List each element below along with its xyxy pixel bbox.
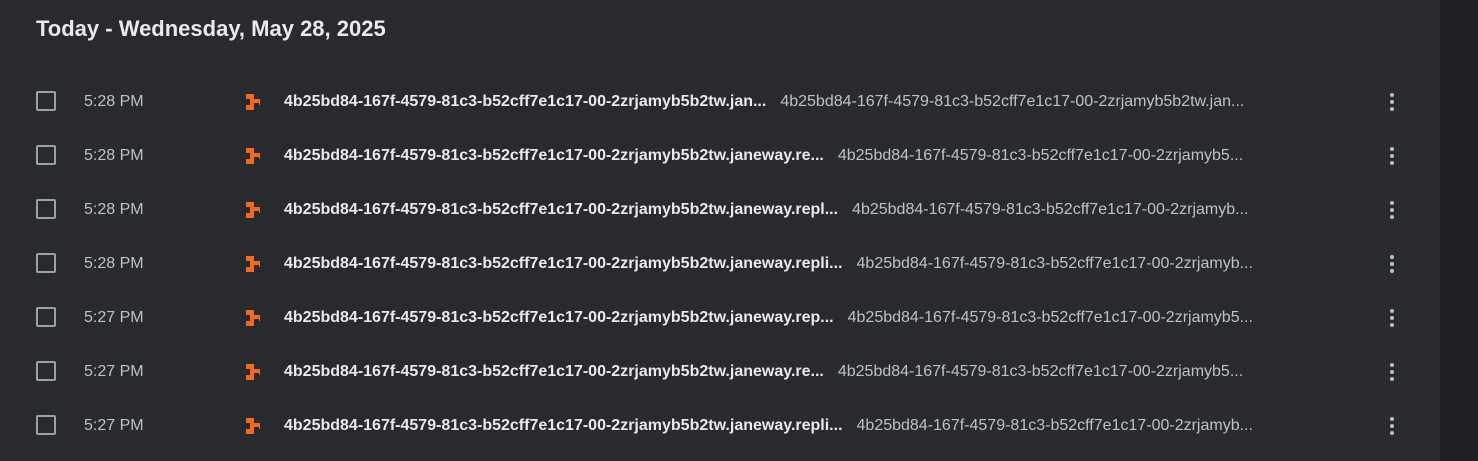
download-time: 5:28 PM	[84, 93, 144, 110]
download-file-name[interactable]: 4b25bd84-167f-4579-81c3-b52cff7e1c17-00-…	[284, 200, 838, 220]
download-source: 4b25bd84-167f-4579-81c3-b52cff7e1c17-00-…	[856, 255, 1253, 272]
row-select-checkbox[interactable]	[36, 199, 56, 219]
more-options-button[interactable]	[1380, 251, 1404, 277]
more-dot-icon	[1390, 154, 1394, 158]
download-source: 4b25bd84-167f-4579-81c3-b52cff7e1c17-00-…	[780, 93, 1245, 110]
file-download-icon	[246, 148, 260, 164]
row-select-checkbox[interactable]	[36, 253, 56, 273]
more-dot-icon	[1390, 161, 1394, 165]
downloads-page: Today - Wednesday, May 28, 2025 5:28 PM …	[0, 0, 1478, 461]
download-source: 4b25bd84-167f-4579-81c3-b52cff7e1c17-00-…	[847, 309, 1253, 326]
row-select-checkbox[interactable]	[36, 415, 56, 435]
more-options-button[interactable]	[1380, 89, 1404, 115]
download-source: 4b25bd84-167f-4579-81c3-b52cff7e1c17-00-…	[837, 147, 1244, 164]
more-dot-icon	[1390, 262, 1394, 266]
download-file-name[interactable]: 4b25bd84-167f-4579-81c3-b52cff7e1c17-00-…	[284, 416, 843, 436]
more-dot-icon	[1390, 255, 1394, 259]
download-source: 4b25bd84-167f-4579-81c3-b52cff7e1c17-00-…	[837, 363, 1244, 380]
more-dot-icon	[1390, 377, 1394, 381]
more-options-button[interactable]	[1380, 143, 1404, 169]
download-source: 4b25bd84-167f-4579-81c3-b52cff7e1c17-00-…	[856, 417, 1253, 434]
download-file-name[interactable]: 4b25bd84-167f-4579-81c3-b52cff7e1c17-00-…	[284, 92, 766, 112]
more-dot-icon	[1390, 201, 1394, 205]
download-row[interactable]: 5:27 PM 4b25bd84-167f-4579-81c3-b52cff7e…	[0, 292, 1440, 346]
download-row[interactable]: 5:28 PM 4b25bd84-167f-4579-81c3-b52cff7e…	[0, 76, 1440, 130]
more-dot-icon	[1390, 215, 1394, 219]
download-names: 4b25bd84-167f-4579-81c3-b52cff7e1c17-00-…	[284, 254, 1356, 274]
download-row[interactable]: 5:28 PM 4b25bd84-167f-4579-81c3-b52cff7e…	[0, 238, 1440, 292]
download-time: 5:27 PM	[84, 417, 144, 434]
download-time: 5:27 PM	[84, 363, 144, 380]
more-options-button[interactable]	[1380, 413, 1404, 439]
more-dot-icon	[1390, 147, 1394, 151]
download-row[interactable]: 5:28 PM 4b25bd84-167f-4579-81c3-b52cff7e…	[0, 184, 1440, 238]
download-file-name[interactable]: 4b25bd84-167f-4579-81c3-b52cff7e1c17-00-…	[284, 146, 824, 166]
date-section-header: Today - Wednesday, May 28, 2025	[36, 16, 386, 41]
more-options-button[interactable]	[1380, 359, 1404, 385]
download-time: 5:28 PM	[84, 201, 144, 218]
more-dot-icon	[1390, 269, 1394, 273]
download-rows: 5:28 PM 4b25bd84-167f-4579-81c3-b52cff7e…	[0, 76, 1440, 454]
file-download-icon	[246, 256, 260, 272]
more-dot-icon	[1390, 100, 1394, 104]
more-dot-icon	[1390, 107, 1394, 111]
download-file-name[interactable]: 4b25bd84-167f-4579-81c3-b52cff7e1c17-00-…	[284, 308, 834, 328]
row-select-checkbox[interactable]	[36, 307, 56, 327]
more-dot-icon	[1390, 424, 1394, 428]
more-dot-icon	[1390, 417, 1394, 421]
more-dot-icon	[1390, 316, 1394, 320]
download-names: 4b25bd84-167f-4579-81c3-b52cff7e1c17-00-…	[284, 416, 1356, 436]
download-file-name[interactable]: 4b25bd84-167f-4579-81c3-b52cff7e1c17-00-…	[284, 254, 843, 274]
row-select-checkbox[interactable]	[36, 361, 56, 381]
more-dot-icon	[1390, 370, 1394, 374]
download-names: 4b25bd84-167f-4579-81c3-b52cff7e1c17-00-…	[284, 92, 1356, 112]
download-names: 4b25bd84-167f-4579-81c3-b52cff7e1c17-00-…	[284, 200, 1356, 220]
download-row[interactable]: 5:28 PM 4b25bd84-167f-4579-81c3-b52cff7e…	[0, 130, 1440, 184]
download-source: 4b25bd84-167f-4579-81c3-b52cff7e1c17-00-…	[852, 201, 1249, 218]
downloads-list-panel: Today - Wednesday, May 28, 2025 5:28 PM …	[0, 0, 1440, 461]
download-names: 4b25bd84-167f-4579-81c3-b52cff7e1c17-00-…	[284, 362, 1356, 382]
download-names: 4b25bd84-167f-4579-81c3-b52cff7e1c17-00-…	[284, 308, 1356, 328]
more-options-button[interactable]	[1380, 305, 1404, 331]
more-dot-icon	[1390, 431, 1394, 435]
file-download-icon	[246, 310, 260, 326]
more-dot-icon	[1390, 363, 1394, 367]
download-time: 5:27 PM	[84, 309, 144, 326]
file-download-icon	[246, 364, 260, 380]
scrollbar-track[interactable]	[1440, 0, 1478, 461]
more-dot-icon	[1390, 309, 1394, 313]
more-dot-icon	[1390, 93, 1394, 97]
download-file-name[interactable]: 4b25bd84-167f-4579-81c3-b52cff7e1c17-00-…	[284, 362, 824, 382]
download-row[interactable]: 5:27 PM 4b25bd84-167f-4579-81c3-b52cff7e…	[0, 346, 1440, 400]
more-dot-icon	[1390, 323, 1394, 327]
download-row[interactable]: 5:27 PM 4b25bd84-167f-4579-81c3-b52cff7e…	[0, 400, 1440, 454]
more-options-button[interactable]	[1380, 197, 1404, 223]
file-download-icon	[246, 202, 260, 218]
file-download-icon	[246, 418, 260, 434]
row-select-checkbox[interactable]	[36, 91, 56, 111]
download-time: 5:28 PM	[84, 147, 144, 164]
download-time: 5:28 PM	[84, 255, 144, 272]
row-select-checkbox[interactable]	[36, 145, 56, 165]
more-dot-icon	[1390, 208, 1394, 212]
download-names: 4b25bd84-167f-4579-81c3-b52cff7e1c17-00-…	[284, 146, 1356, 166]
file-download-icon	[246, 94, 260, 110]
